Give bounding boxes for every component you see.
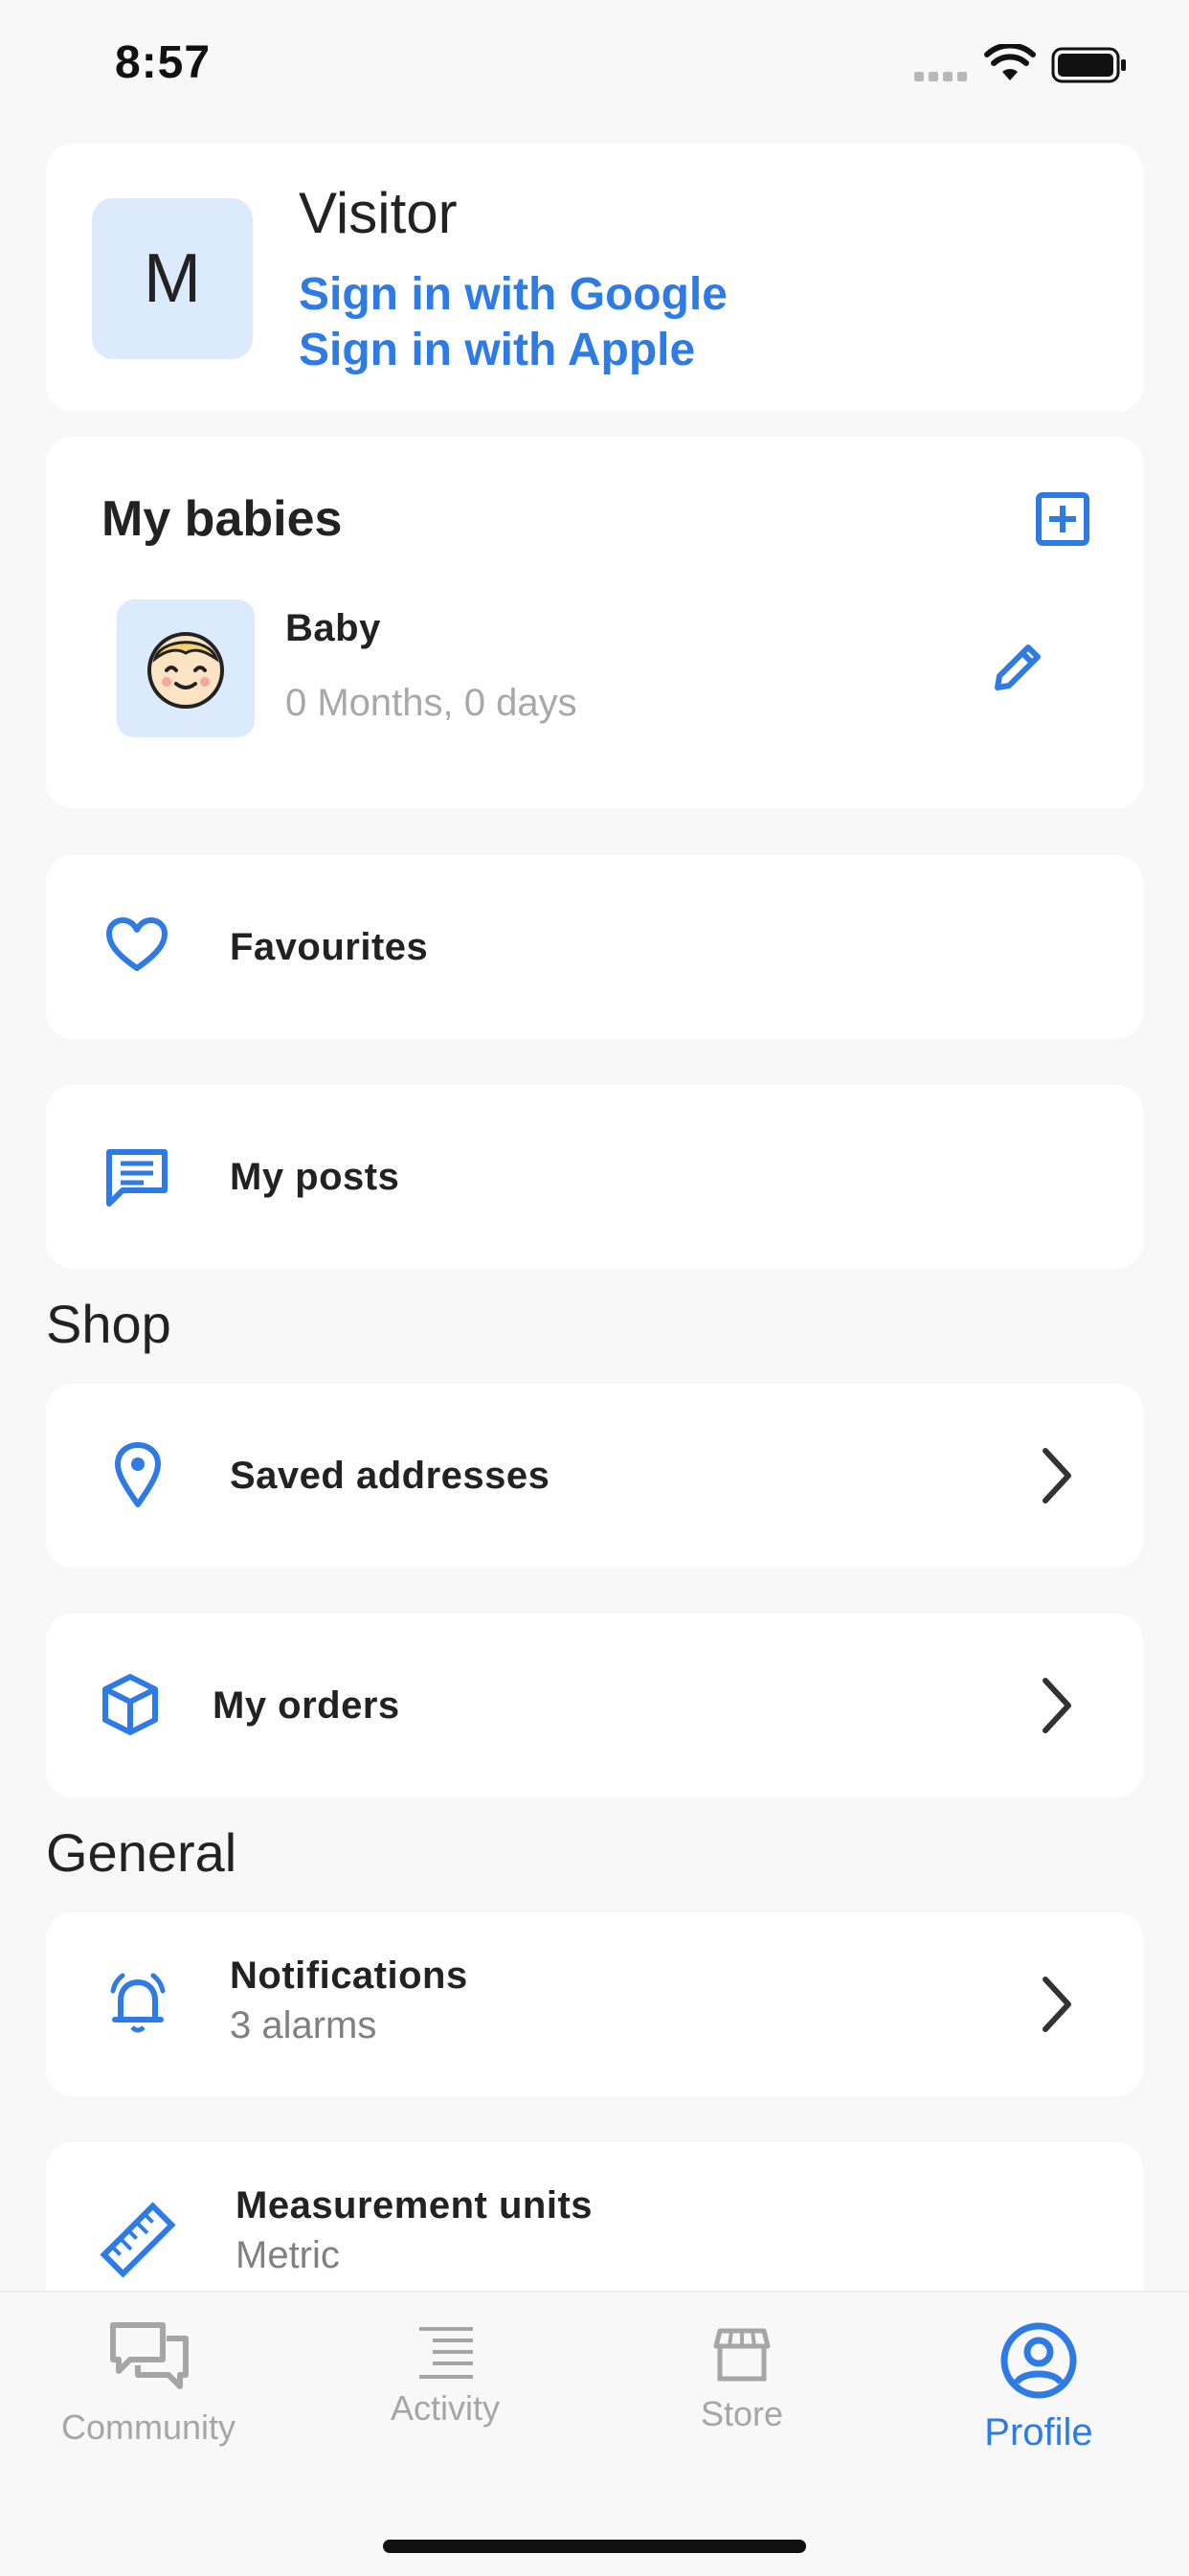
bottom-tab-bar: Community Activity Store Profile (0, 2291, 1189, 2576)
battery-icon (1051, 46, 1128, 89)
chevron-right-icon (1043, 1977, 1071, 2032)
account-card: M Visitor Sign in with Google Sign in wi… (46, 144, 1143, 412)
shop-section-title: Shop (46, 1294, 171, 1354)
baby-age: 0 Months, 0 days (285, 682, 577, 724)
profile-icon (1000, 2322, 1077, 2399)
tab-store-label: Store (700, 2394, 784, 2433)
chevron-right-icon (1043, 1448, 1071, 1503)
tab-community-label: Community (60, 2407, 236, 2447)
saved-addresses-label: Saved addresses (230, 1455, 550, 1497)
my-posts-row[interactable]: My posts (46, 1085, 1143, 1269)
baby-avatar (117, 599, 255, 737)
general-section-title: General (46, 1822, 237, 1883)
babies-title: My babies (101, 491, 343, 547)
home-indicator (383, 2540, 806, 2553)
sign-in-google-link[interactable]: Sign in with Google (299, 268, 728, 321)
my-posts-label: My posts (230, 1156, 400, 1198)
tab-profile[interactable]: Profile (929, 2321, 1149, 2465)
tab-activity-label: Activity (390, 2388, 500, 2428)
status-time: 8:57 (115, 37, 212, 88)
message-icon (105, 1148, 168, 1212)
tab-community[interactable]: Community (38, 2321, 258, 2465)
notifications-value: 3 alarms (230, 2004, 377, 2046)
my-orders-row[interactable]: My orders (46, 1614, 1143, 1797)
ruler-icon (100, 2202, 176, 2283)
baby-list-item[interactable]: Baby 0 Months, 0 days (46, 599, 1143, 743)
wifi-icon (984, 42, 1036, 87)
store-icon (713, 2328, 771, 2382)
baby-face-icon (147, 632, 224, 709)
pencil-icon (995, 644, 1041, 690)
account-name: Visitor (299, 181, 458, 245)
chevron-right-icon (1043, 1678, 1071, 1733)
heart-icon (105, 916, 168, 979)
plus-box-icon (1036, 492, 1089, 546)
tab-activity[interactable]: Activity (335, 2321, 555, 2465)
saved-addresses-row[interactable]: Saved addresses (46, 1384, 1143, 1568)
location-pin-icon (113, 1441, 163, 1513)
cellular-signal-icon (914, 69, 972, 86)
notifications-row[interactable]: Notifications 3 alarms (46, 1912, 1143, 2096)
alarm-bell-icon (105, 1970, 170, 2042)
tab-profile-label: Profile (984, 2411, 1093, 2453)
sign-in-apple-link[interactable]: Sign in with Apple (299, 324, 695, 376)
measurement-units-label: Measurement units (236, 2184, 594, 2226)
favourites-label: Favourites (230, 926, 429, 968)
tab-store[interactable]: Store (632, 2321, 852, 2465)
package-icon (100, 1673, 161, 1741)
baby-name: Baby (285, 607, 381, 649)
babies-card: My babies Baby 0 Months, 0 days (46, 437, 1143, 808)
avatar-letter: M (144, 240, 201, 317)
favourites-row[interactable]: Favourites (46, 855, 1143, 1039)
measurement-units-value: Metric (236, 2234, 340, 2276)
avatar: M (92, 198, 253, 359)
add-baby-button[interactable] (1034, 490, 1091, 548)
my-orders-label: My orders (213, 1684, 400, 1727)
notifications-label: Notifications (230, 1955, 468, 1997)
list-icon (419, 2327, 473, 2379)
edit-baby-button[interactable] (988, 636, 1049, 697)
chat-bubbles-icon (110, 2322, 189, 2389)
